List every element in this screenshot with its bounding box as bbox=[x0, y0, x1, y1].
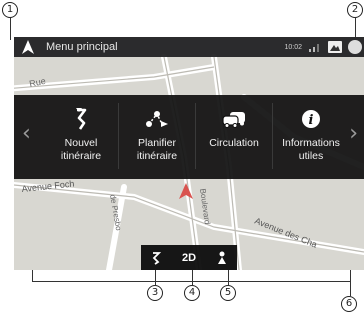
options-button[interactable] bbox=[348, 40, 362, 54]
scroll-right-arrow-icon[interactable]: › bbox=[349, 121, 358, 146]
leader-line-6 bbox=[350, 281, 351, 296]
new-route-icon bbox=[76, 108, 87, 130]
callout-2: 2 bbox=[347, 2, 363, 18]
info-icon: i bbox=[302, 110, 320, 128]
menu-item-label: Circulation bbox=[209, 137, 259, 149]
leader-line-1 bbox=[10, 18, 11, 40]
scroll-left-arrow-icon[interactable]: ‹ bbox=[22, 121, 31, 146]
plan-route-icon bbox=[146, 111, 168, 127]
menu-item-traffic[interactable]: Circulation bbox=[196, 95, 272, 179]
map-icon[interactable] bbox=[328, 41, 342, 53]
main-menu: ‹ Nouvel itinéraire Planifier itinéraire… bbox=[14, 95, 364, 179]
callout-4: 4 bbox=[184, 285, 200, 301]
page-title: Menu principal bbox=[46, 41, 118, 53]
menu-item-label: Planifier itinéraire bbox=[136, 137, 178, 162]
callout-3: 3 bbox=[147, 285, 163, 301]
callout-6: 6 bbox=[341, 296, 357, 312]
leader-line-3 bbox=[155, 270, 156, 285]
signal-icon bbox=[309, 44, 319, 52]
traffic-icon bbox=[222, 112, 245, 128]
navigation-screen: Rue Avenue Foch Avenue des Cha de Presbo… bbox=[14, 37, 364, 270]
person-icon[interactable] bbox=[217, 251, 227, 265]
navigation-arrow-icon bbox=[22, 40, 34, 54]
clock: 10:02 bbox=[284, 43, 302, 51]
callout-1: 1 bbox=[2, 2, 18, 18]
menu-item-useful-info[interactable]: i Informations utiles bbox=[273, 95, 349, 179]
leader-line-6-bottom bbox=[32, 281, 351, 282]
menu-item-label: Informations utiles bbox=[282, 137, 340, 162]
zoom-icon[interactable] bbox=[151, 251, 162, 265]
menu-item-plan-route[interactable]: Planifier itinéraire bbox=[119, 95, 195, 179]
menu-item-new-route[interactable]: Nouvel itinéraire bbox=[42, 95, 120, 179]
svg-text:i: i bbox=[309, 113, 314, 128]
top-bar: Menu principal 10:02 bbox=[14, 37, 364, 57]
view-mode-button[interactable]: 2D bbox=[182, 252, 196, 264]
menu-item-label: Nouvel itinéraire bbox=[60, 137, 102, 162]
home-button[interactable] bbox=[14, 37, 42, 57]
bottom-bar: 2D bbox=[141, 245, 237, 270]
leader-line-4 bbox=[192, 270, 193, 285]
leader-line-5 bbox=[228, 270, 229, 285]
callout-5: 5 bbox=[220, 285, 236, 301]
